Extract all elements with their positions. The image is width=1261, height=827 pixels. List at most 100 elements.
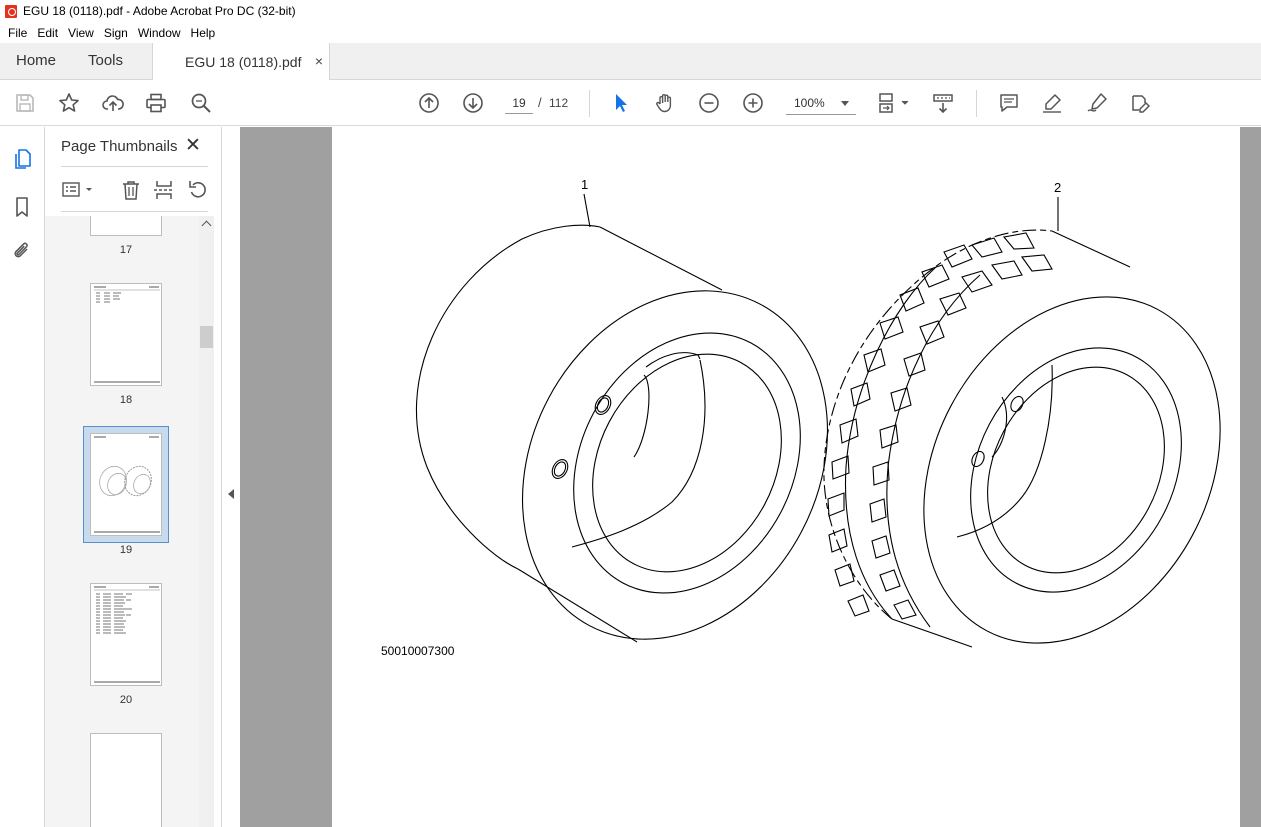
comment-button[interactable]	[997, 91, 1021, 115]
minus-circle-icon	[699, 93, 719, 113]
thumbnail-preview	[94, 286, 160, 383]
thumbnail-preview	[94, 436, 160, 533]
delete-pages-button[interactable]	[120, 179, 142, 201]
edit-document-icon	[1132, 95, 1150, 113]
chevron-down-icon	[841, 101, 849, 106]
page-thumbnails-button[interactable]	[10, 147, 34, 171]
print-button[interactable]	[144, 91, 168, 115]
panel-divider	[61, 211, 208, 212]
document-viewer[interactable]: 1 2 50010007300	[240, 127, 1261, 827]
thumbnail-label: 18	[119, 394, 133, 406]
page-display-button[interactable]	[876, 91, 912, 115]
hand-icon	[656, 94, 672, 113]
total-pages: 112	[549, 96, 569, 110]
scrollbar-thumb[interactable]	[200, 326, 213, 348]
tab-home[interactable]: Home	[16, 43, 56, 79]
tab-tools[interactable]: Tools	[88, 43, 123, 79]
close-icon[interactable]: ✕	[185, 136, 201, 155]
menu-window[interactable]: Window	[134, 26, 185, 40]
callout-1: 1	[581, 177, 588, 192]
thumbnail-scrollbar[interactable]	[199, 216, 214, 827]
scroll-mode-button[interactable]	[931, 91, 955, 115]
paperclip-icon	[14, 242, 28, 258]
thumbnail-page-21[interactable]	[90, 733, 162, 827]
thumbnail-list[interactable]: 17 18 19 20	[45, 216, 199, 827]
thumbnail-toolbar	[61, 179, 211, 201]
plus-circle-icon	[743, 93, 763, 113]
draw-button[interactable]	[1085, 91, 1109, 115]
cursor-arrow-icon	[616, 94, 627, 112]
options-menu-icon	[62, 182, 92, 197]
thumbnail-label: 17	[119, 244, 133, 256]
insert-pages-button[interactable]	[153, 179, 175, 201]
fill-sign-button[interactable]	[1128, 91, 1152, 115]
attachments-button[interactable]	[10, 239, 34, 263]
rotate-icon	[189, 181, 206, 198]
arrow-up-circle-icon	[419, 93, 439, 113]
menu-file[interactable]: File	[4, 26, 31, 40]
page-insert-icon	[154, 181, 174, 199]
select-tool-button[interactable]	[609, 91, 633, 115]
rotate-pages-button[interactable]	[187, 179, 209, 201]
menu-help[interactable]: Help	[187, 26, 220, 40]
bookmarks-button[interactable]	[10, 195, 34, 219]
title-bar: EGU 18 (0118).pdf - Adobe Acrobat Pro DC…	[0, 0, 1261, 22]
arrow-down-circle-icon	[463, 93, 483, 113]
thumbnail-page-17[interactable]	[90, 216, 162, 236]
tire-drawing: 1 2 50010007300	[381, 177, 1221, 658]
search-button[interactable]	[189, 91, 213, 115]
page-fit-icon	[879, 93, 909, 113]
star-icon	[59, 93, 79, 112]
thumbnail-page-18[interactable]	[90, 283, 162, 386]
pdf-page: 1 2 50010007300	[332, 127, 1240, 827]
save-button[interactable]	[13, 91, 37, 115]
highlight-button[interactable]	[1040, 91, 1064, 115]
main-toolbar: / 112 100%	[0, 80, 1261, 126]
window-title: EGU 18 (0118).pdf - Adobe Acrobat Pro DC…	[23, 4, 296, 18]
tab-document[interactable]: EGU 18 (0118).pdf ×	[152, 43, 330, 80]
search-icon	[191, 93, 211, 113]
current-page-input[interactable]	[505, 93, 533, 114]
trash-icon	[123, 181, 139, 200]
zoom-out-button[interactable]	[697, 91, 721, 115]
pages-icon	[15, 149, 31, 169]
thumbnail-page-19[interactable]	[90, 433, 162, 536]
comment-icon	[1000, 94, 1018, 112]
callout-2: 2	[1054, 180, 1061, 195]
menu-edit[interactable]: Edit	[33, 26, 62, 40]
scroll-down-icon	[933, 94, 953, 114]
panel-collapse-strip[interactable]	[221, 127, 240, 827]
page-separator: /	[538, 95, 542, 110]
toolbar-divider	[589, 90, 590, 117]
scroll-up-icon[interactable]	[201, 220, 212, 231]
collapse-left-icon[interactable]	[228, 489, 234, 499]
acrobat-app-icon	[5, 4, 17, 18]
next-page-button[interactable]	[461, 91, 485, 115]
toolbar-divider	[976, 90, 977, 117]
zoom-in-button[interactable]	[741, 91, 765, 115]
cloud-upload-icon	[102, 95, 124, 111]
tire-2-drawing	[823, 197, 1221, 648]
zoom-dropdown[interactable]: 100%	[786, 93, 856, 115]
bookmark-icon	[16, 197, 28, 217]
left-navigation-rail	[0, 127, 45, 827]
tab-close-icon[interactable]: ×	[315, 54, 323, 68]
panel-divider	[61, 166, 208, 167]
thumbnail-label: 20	[119, 694, 133, 706]
thumbnail-page-20[interactable]	[90, 583, 162, 686]
panel-title: Page Thumbnails	[61, 138, 178, 155]
drawing-number: 50010007300	[381, 644, 455, 658]
bookmark-star-button[interactable]	[57, 91, 81, 115]
highlighter-icon	[1043, 94, 1061, 113]
thumbnail-preview	[94, 586, 160, 683]
tire-1-drawing	[415, 193, 829, 643]
menu-view[interactable]: View	[64, 26, 98, 40]
upload-button[interactable]	[101, 91, 125, 115]
page-thumbnails-panel: Page Thumbnails ✕ 17 18 19 20	[45, 127, 221, 827]
hand-tool-button[interactable]	[653, 91, 677, 115]
previous-page-button[interactable]	[417, 91, 441, 115]
pen-sign-icon	[1087, 93, 1107, 112]
menu-sign[interactable]: Sign	[100, 26, 132, 40]
thumbnail-options-button[interactable]	[61, 179, 95, 201]
tab-bar: Home Tools EGU 18 (0118).pdf ×	[0, 43, 1261, 80]
